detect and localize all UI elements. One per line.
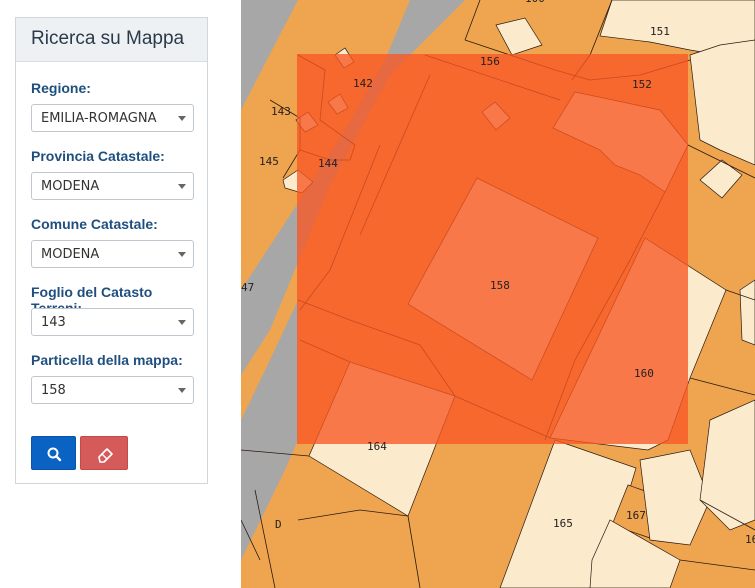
regione-label: Regione: xyxy=(31,80,91,96)
parcel-label-right: 16 xyxy=(745,533,755,546)
field-comune: Comune Catastale: MODENA xyxy=(31,216,194,268)
field-foglio: Foglio del Catasto Terreni: 143 xyxy=(31,284,207,336)
cadastral-map[interactable]: 151 152 156 142 143 144 145 158 160 164 … xyxy=(241,0,755,588)
parcel-label-top: 100 xyxy=(525,0,545,5)
particella-label: Particella della mappa: xyxy=(31,352,183,368)
search-icon xyxy=(47,447,62,462)
chevron-down-icon xyxy=(178,388,186,393)
search-panel: Ricerca su Mappa Regione: EMILIA-ROMAGNA… xyxy=(15,17,208,484)
panel-header: Ricerca su Mappa xyxy=(16,18,207,62)
chevron-down-icon xyxy=(178,252,186,257)
clear-button[interactable] xyxy=(80,436,128,470)
parcel-label-158: 158 xyxy=(490,279,510,292)
panel-title: Ricerca su Mappa xyxy=(31,28,185,49)
eraser-icon xyxy=(98,448,113,463)
foglio-label: Foglio del Catasto Terreni: xyxy=(31,284,153,316)
parcel-label-145: 145 xyxy=(259,155,279,168)
comune-select[interactable]: MODENA xyxy=(31,240,194,268)
parcel-label-152: 152 xyxy=(632,78,652,91)
parcel-label-151: 151 xyxy=(650,25,670,38)
building xyxy=(739,279,755,346)
foglio-select[interactable]: 143 xyxy=(31,308,194,336)
chevron-down-icon xyxy=(178,116,186,121)
regione-select[interactable]: EMILIA-ROMAGNA xyxy=(31,104,194,132)
comune-label: Comune Catastale: xyxy=(31,216,158,232)
parcel-label-167: 167 xyxy=(626,509,646,522)
parcel-label-142: 142 xyxy=(353,77,373,90)
parcel-label-165: 165 xyxy=(553,517,573,530)
selected-parcel-highlight xyxy=(297,54,688,444)
field-particella: Particella della mappa: 158 xyxy=(31,352,194,404)
foglio-value: 143 xyxy=(41,315,66,330)
search-button[interactable] xyxy=(31,436,76,470)
particella-value: 158 xyxy=(41,383,66,398)
chevron-down-icon xyxy=(178,320,186,325)
provincia-select[interactable]: MODENA xyxy=(31,172,194,200)
parcel-label-144: 144 xyxy=(318,157,338,170)
parcel-label-164: 164 xyxy=(367,440,387,453)
chevron-down-icon xyxy=(178,184,186,189)
regione-value: EMILIA-ROMAGNA xyxy=(41,111,157,126)
parcel-label-160: 160 xyxy=(634,367,654,380)
field-provincia: Provincia Catastale: MODENA xyxy=(31,148,194,200)
parcel-label-147: 47 xyxy=(241,281,254,294)
parcel-label-143: 143 xyxy=(271,105,291,118)
map-canvas: 151 152 156 142 143 144 145 158 160 164 … xyxy=(241,0,755,588)
comune-value: MODENA xyxy=(41,247,100,262)
parcel-label-156: 156 xyxy=(480,55,500,68)
particella-select[interactable]: 158 xyxy=(31,376,194,404)
provincia-value: MODENA xyxy=(41,179,100,194)
parcel-label-d: D xyxy=(275,518,282,531)
provincia-label: Provincia Catastale: xyxy=(31,148,165,164)
field-regione: Regione: EMILIA-ROMAGNA xyxy=(31,80,194,132)
